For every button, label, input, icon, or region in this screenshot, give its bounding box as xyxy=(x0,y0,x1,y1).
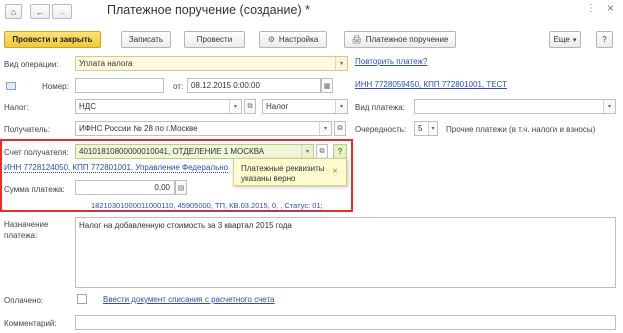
help-icon[interactable]: ? xyxy=(333,144,347,159)
payment-kind-label: Вид платежа: xyxy=(355,103,405,112)
close-icon[interactable]: × xyxy=(607,1,614,15)
comment-input[interactable] xyxy=(75,315,616,330)
date-input[interactable]: 08.12.2015 0:00:00 xyxy=(187,78,321,93)
comment-label: Комментарий: xyxy=(4,319,57,328)
post-and-close-button[interactable]: Провести и закрыть xyxy=(4,31,101,48)
open-recipient-icon[interactable]: ⧉ xyxy=(334,121,346,136)
printer-icon: 🖨 xyxy=(351,35,362,44)
print-label: Платежное поручение xyxy=(365,35,449,44)
home-button[interactable]: ⌂ xyxy=(5,4,22,19)
amount-value: 0,00 xyxy=(154,183,170,192)
number-input[interactable] xyxy=(75,78,164,93)
recipient-label: Получатель: xyxy=(4,125,50,134)
forward-button[interactable]: → xyxy=(52,4,72,19)
writeoff-document-link[interactable]: Ввести документ списания с расчетного сч… xyxy=(103,295,274,304)
priority-select[interactable]: 5 ▾ xyxy=(414,121,438,136)
open-account-icon[interactable]: ⧉ xyxy=(316,144,328,159)
date-value: 08.12.2015 0:00:00 xyxy=(191,81,260,90)
amount-input[interactable]: 0,00 xyxy=(75,180,175,195)
tax-kind-select[interactable]: Налог ▾ xyxy=(262,99,348,114)
recipient-value: ИФНС России № 28 по г.Москве xyxy=(79,124,198,133)
recipient-details-link[interactable]: ИНН 7728124050, КПП 772801001, Управлени… xyxy=(4,163,229,173)
chevron-down-icon[interactable]: ▾ xyxy=(335,57,347,70)
priority-value: 5 xyxy=(418,124,423,133)
chevron-down-icon: ▾ xyxy=(572,36,577,44)
paid-checkbox[interactable] xyxy=(77,294,87,304)
forward-arrow-icon: → xyxy=(57,6,67,17)
save-button[interactable]: Записать xyxy=(121,31,171,48)
recipient-select[interactable]: ИФНС России № 28 по г.Москве ▾ xyxy=(75,121,332,136)
post-label: Провести xyxy=(196,35,233,44)
gear-icon: ⚙ xyxy=(267,35,275,44)
tax-label: Налог: xyxy=(4,103,29,112)
chevron-down-icon[interactable]: ▾ xyxy=(319,122,331,135)
tooltip-text-line1: Платежные реквизиты xyxy=(241,164,325,173)
more-button[interactable]: Еще ▾ xyxy=(549,31,581,48)
calculator-icon[interactable]: ▤ xyxy=(175,180,187,195)
tax-value: НДС xyxy=(79,102,96,111)
chevron-down-icon[interactable]: ▾ xyxy=(603,100,615,113)
purpose-label-text: Назначение платежа: xyxy=(4,220,49,240)
tax-kind-value: Налог xyxy=(266,102,289,111)
organization-link[interactable]: ИНН 7728059450, КПП 772801001, ТЕСТ xyxy=(355,80,507,89)
chevron-down-icon[interactable]: ▾ xyxy=(428,122,437,135)
back-button[interactable]: ← xyxy=(30,4,50,19)
save-label: Записать xyxy=(128,35,164,44)
number-label: Номер: xyxy=(42,82,69,91)
operation-select[interactable]: Уплата налога ▾ xyxy=(75,56,348,71)
document-icon xyxy=(6,82,16,90)
more-icon[interactable]: ⋮ xyxy=(586,3,596,14)
more-label: Еще xyxy=(553,35,570,44)
tooltip-close-icon[interactable]: × xyxy=(332,166,338,177)
chevron-down-icon[interactable]: ▾ xyxy=(301,145,313,158)
operation-value: Уплата налога xyxy=(79,59,133,68)
account-label: Счет получателя: xyxy=(4,148,69,157)
home-icon: ⌂ xyxy=(10,6,17,17)
account-select[interactable]: 40101810800000010041, ОТДЕЛЕНИЕ 1 МОСКВА… xyxy=(75,144,314,159)
chevron-down-icon[interactable]: ▾ xyxy=(335,100,347,113)
tax-select[interactable]: НДС ▾ xyxy=(75,99,242,114)
repeat-payment-link[interactable]: Повторить платеж? xyxy=(355,57,427,66)
purpose-label: Назначение платежа: xyxy=(4,219,66,241)
account-value: 40101810800000010041, ОТДЕЛЕНИЕ 1 МОСКВА xyxy=(79,147,265,156)
purpose-textarea[interactable]: Налог на добавленную стоимость за 3 квар… xyxy=(75,217,616,288)
chevron-down-icon[interactable]: ▾ xyxy=(229,100,241,113)
post-button[interactable]: Провести xyxy=(184,31,245,48)
operation-label: Вид операции: xyxy=(4,60,59,69)
help-button[interactable]: ? xyxy=(596,31,613,48)
settings-button[interactable]: ⚙ Настройка xyxy=(259,31,327,48)
back-arrow-icon: ← xyxy=(35,6,45,17)
calendar-icon[interactable]: ▦ xyxy=(321,78,333,93)
page-title: Платежное поручение (создание) * xyxy=(107,3,310,17)
budget-details-link[interactable]: 18210301000011000110, 45905000, ТП, КВ.0… xyxy=(91,201,323,211)
print-payment-order-button[interactable]: 🖨 Платежное поручение xyxy=(344,31,456,48)
purpose-value: Налог на добавленную стоимость за 3 квар… xyxy=(79,221,292,230)
priority-label: Очередность: xyxy=(355,125,407,134)
tooltip-text-line2: указаны верно xyxy=(241,174,296,183)
settings-label: Настройка xyxy=(278,35,319,44)
amount-label: Сумма платежа: xyxy=(4,185,65,194)
priority-description: Прочие платежи (в т.ч. налоги и взносы) xyxy=(446,125,596,134)
help-label: ? xyxy=(602,35,607,44)
date-from-label: от: xyxy=(173,82,184,91)
post-and-close-label: Провести и закрыть xyxy=(12,35,93,44)
paid-label: Оплачено: xyxy=(4,296,44,305)
payment-kind-select[interactable]: ▾ xyxy=(414,99,616,114)
open-tax-icon[interactable]: ⧉ xyxy=(244,99,256,114)
validation-tooltip: Платежные реквизиты указаны верно × xyxy=(233,158,347,186)
